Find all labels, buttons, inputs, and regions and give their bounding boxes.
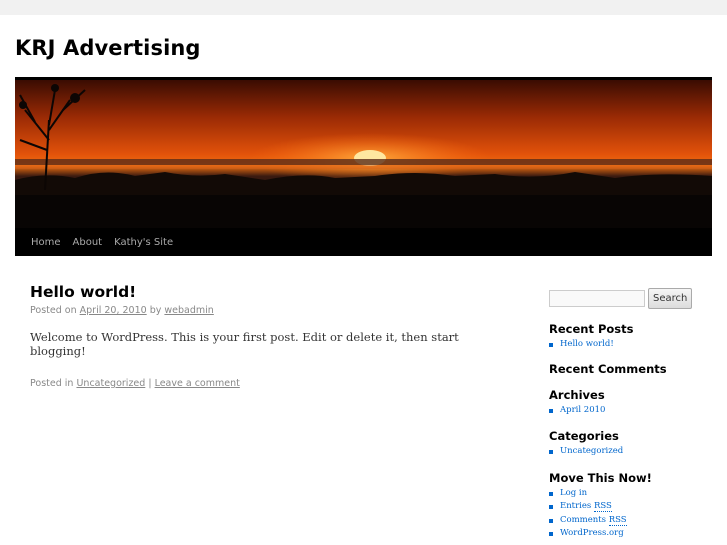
entries-rss-abbr: RSS [593, 501, 612, 512]
widget-title-meta: Move This Now! [549, 470, 652, 485]
site-title[interactable]: KRJ Advertising [15, 36, 201, 60]
archive-link[interactable]: April 2010 [549, 404, 709, 418]
nav-kathys-site[interactable]: Kathy's Site [108, 237, 179, 248]
widget-categories: Categories Uncategorized [549, 429, 709, 459]
leave-comment-link[interactable]: Leave a comment [155, 378, 240, 389]
wordpress-org-link[interactable]: WordPress.org [549, 527, 709, 541]
widget-recent-posts: Recent Posts Hello world! [549, 322, 709, 352]
widget-archives: Archives April 2010 [549, 388, 709, 418]
post-meta: Posted on April 20, 2010 by webadmin [30, 305, 510, 316]
recent-post-link[interactable]: Hello world! [549, 338, 709, 352]
footer-separator: | [148, 378, 152, 389]
category-link[interactable]: Uncategorized [549, 445, 709, 459]
comments-label: Comments [560, 514, 607, 525]
widget-recent-comments: Recent Comments [549, 362, 709, 376]
main-nav: Home About Kathy's Site [15, 228, 712, 256]
by-label: by [149, 305, 162, 316]
header-banner-image [15, 80, 712, 228]
post-body: Welcome to WordPress. This is your first… [30, 330, 459, 358]
search-button[interactable]: Search [648, 288, 693, 309]
post-footer: Posted in Uncategorized | Leave a commen… [30, 378, 510, 389]
entries-label: Entries [560, 501, 592, 511]
widget-meta: Move This Now! Log in Entries RSS Commen… [549, 471, 709, 541]
search-input[interactable] [549, 290, 645, 307]
nav-home[interactable]: Home [25, 237, 67, 248]
post: Hello world! Posted on April 20, 2010 by… [30, 283, 510, 389]
widget-title-archives: Archives [549, 387, 605, 402]
sidebar: Search Recent Posts Hello world! Recent … [549, 288, 709, 541]
widget-title-recent-posts: Recent Posts [549, 322, 634, 336]
posted-on-label: Posted on [30, 305, 77, 316]
widget-title-recent-comments: Recent Comments [549, 361, 667, 376]
entries-rss-link[interactable]: Entries RSS [549, 500, 709, 514]
post-date-link[interactable]: April 20, 2010 [80, 305, 147, 316]
comments-rss-abbr: RSS [608, 514, 627, 526]
post-author-link[interactable]: webadmin [164, 305, 213, 316]
comments-rss-link[interactable]: Comments RSS [549, 514, 709, 528]
post-title[interactable]: Hello world! [30, 283, 510, 301]
widget-title-categories: Categories [549, 429, 619, 443]
post-category-link[interactable]: Uncategorized [76, 378, 145, 389]
nav-about[interactable]: About [67, 237, 109, 248]
posted-in-label: Posted in [30, 378, 74, 389]
search-form: Search [549, 288, 709, 309]
login-link[interactable]: Log in [549, 487, 709, 501]
page-wrapper: KRJ Advertising Home About Kathy's Site … [0, 15, 727, 545]
